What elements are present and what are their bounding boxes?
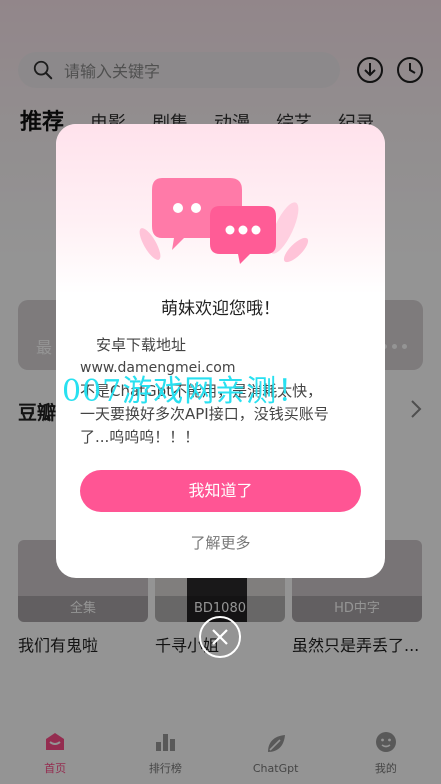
message-line: 安卓下载地址 bbox=[96, 336, 187, 354]
welcome-dialog: 萌妹欢迎您哦！ 安卓下载地址 www.damengmei.com 不是ChatG… bbox=[56, 124, 385, 578]
dialog-header bbox=[56, 124, 385, 294]
chat-bubbles-icon bbox=[139, 178, 309, 264]
watermark-text: 007游戏网亲测！ bbox=[62, 374, 309, 409]
dialog-title: 萌妹欢迎您哦！ bbox=[161, 299, 280, 319]
learn-more-link[interactable]: 了解更多 bbox=[56, 532, 385, 553]
close-icon bbox=[212, 629, 228, 645]
close-dialog-button[interactable] bbox=[199, 616, 241, 658]
message-line: 了...呜呜呜！！！ bbox=[80, 428, 200, 446]
acknowledge-button[interactable]: 我知道了 bbox=[80, 470, 361, 512]
